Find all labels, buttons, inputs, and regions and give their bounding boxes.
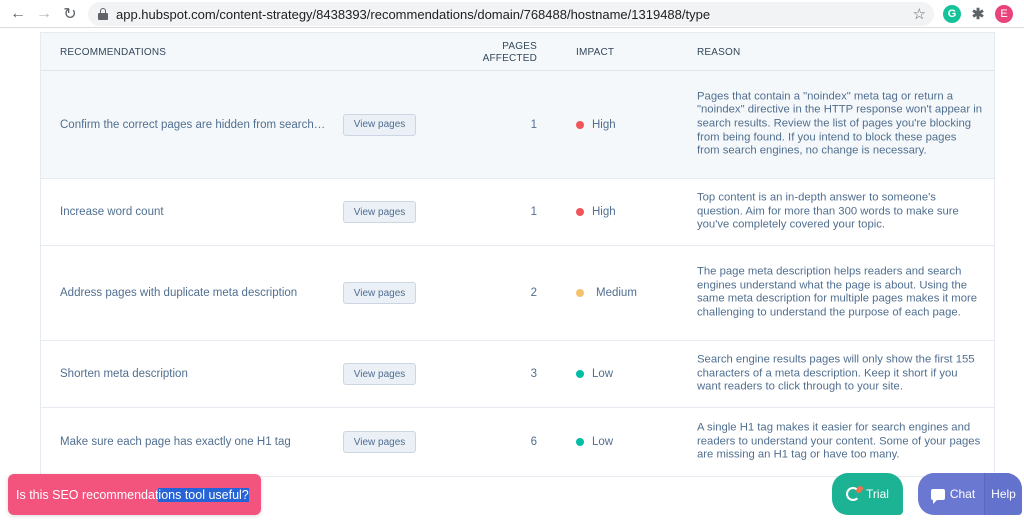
table-row: Address pages with duplicate meta descri… bbox=[41, 246, 994, 341]
header-pages-affected[interactable]: PAGES AFFECTED bbox=[481, 41, 537, 65]
impact-dot-icon bbox=[576, 370, 584, 378]
forward-arrow-icon[interactable]: → bbox=[34, 4, 54, 24]
pages-affected-count: 3 bbox=[530, 368, 537, 380]
pages-affected-count: 1 bbox=[530, 118, 537, 131]
impact-label: Low bbox=[592, 368, 614, 380]
chat-bubble-icon bbox=[930, 488, 945, 504]
lock-icon bbox=[98, 8, 108, 20]
impact-indicator: Medium bbox=[576, 287, 637, 299]
reason-text: Top content is an in-depth answer to som… bbox=[697, 191, 959, 231]
impact-indicator: High bbox=[576, 119, 616, 131]
table-row: Increase word count View pages 1 High To… bbox=[41, 179, 994, 246]
impact-label: Low bbox=[592, 436, 614, 448]
header-recommendations[interactable]: RECOMMENDATIONS bbox=[60, 47, 166, 58]
chat-button[interactable]: Chat bbox=[918, 473, 984, 515]
header-impact[interactable]: IMPACT bbox=[576, 47, 614, 58]
profile-avatar[interactable]: E bbox=[995, 5, 1013, 23]
view-pages-button[interactable]: View pages bbox=[343, 363, 416, 385]
recommendation-title: Shorten meta description bbox=[60, 368, 188, 380]
impact-indicator: Low bbox=[576, 368, 613, 380]
trial-progress-icon bbox=[846, 487, 861, 501]
back-arrow-icon[interactable]: ← bbox=[8, 4, 28, 24]
trial-label: Trial bbox=[866, 487, 889, 501]
table-header: RECOMMENDATIONS PAGES AFFECTED IMPACT RE… bbox=[41, 33, 994, 71]
reason-text: A single H1 tag makes it easier for sear… bbox=[697, 421, 981, 461]
impact-label: Medium bbox=[596, 287, 637, 299]
impact-dot-icon bbox=[576, 438, 584, 446]
recommendation-title: Confirm the correct pages are hidden fro… bbox=[60, 118, 326, 131]
impact-label: High bbox=[592, 206, 616, 218]
impact-label: High bbox=[592, 118, 616, 131]
feedback-text-selected: ions tool useful? bbox=[158, 487, 249, 502]
feedback-text: Is this SEO recommendat bbox=[16, 487, 159, 502]
recommendation-title: Address pages with duplicate meta descri… bbox=[60, 287, 298, 299]
impact-indicator: High bbox=[576, 206, 616, 218]
pages-affected-count: 2 bbox=[530, 287, 537, 299]
recommendation-title: Make sure each page has exactly one H1 t… bbox=[60, 436, 291, 448]
impact-indicator: Low bbox=[576, 436, 613, 448]
view-pages-button[interactable]: View pages bbox=[343, 282, 416, 304]
browser-toolbar: ← → ↻ app.hubspot.com/content-strategy/8… bbox=[0, 0, 1024, 28]
reason-text: Search engine results pages will only sh… bbox=[697, 353, 975, 393]
table-row: Shorten meta description View pages 3 Lo… bbox=[41, 341, 994, 408]
help-button[interactable]: Help bbox=[984, 473, 1022, 515]
table-row: Confirm the correct pages are hidden fro… bbox=[41, 71, 994, 179]
reason-text: The page meta description helps readers … bbox=[697, 265, 978, 319]
table-row: Make sure each page has exactly one H1 t… bbox=[41, 408, 994, 476]
view-pages-button[interactable]: View pages bbox=[343, 431, 416, 453]
extensions-puzzle-icon[interactable]: ✱ bbox=[969, 5, 987, 23]
grammarly-extension-icon[interactable]: G bbox=[943, 5, 961, 23]
pages-affected-count: 1 bbox=[530, 206, 537, 218]
feedback-prompt-button[interactable]: Is this SEO recommendat ions tool useful? bbox=[8, 474, 261, 515]
chat-help-widget: Chat Help bbox=[918, 473, 1022, 515]
chat-label: Chat bbox=[949, 487, 976, 501]
reason-text: Pages that contain a "noindex" meta tag … bbox=[697, 90, 983, 158]
url-text[interactable]: app.hubspot.com/content-strategy/8438393… bbox=[116, 7, 710, 22]
impact-dot-icon bbox=[576, 289, 584, 297]
reload-icon[interactable]: ↻ bbox=[60, 4, 80, 24]
header-reason: REASON bbox=[697, 47, 741, 58]
impact-dot-icon bbox=[576, 120, 584, 129]
pages-affected-count: 6 bbox=[530, 436, 537, 448]
recommendations-table: RECOMMENDATIONS PAGES AFFECTED IMPACT RE… bbox=[40, 32, 995, 477]
view-pages-button[interactable]: View pages bbox=[343, 113, 416, 136]
address-bar[interactable]: app.hubspot.com/content-strategy/8438393… bbox=[88, 2, 934, 26]
recommendation-title: Increase word count bbox=[60, 206, 164, 218]
bookmark-star-icon[interactable]: ☆ bbox=[913, 5, 926, 23]
view-pages-button[interactable]: View pages bbox=[343, 201, 416, 223]
impact-dot-icon bbox=[576, 208, 584, 216]
trial-button[interactable]: Trial bbox=[832, 473, 903, 515]
